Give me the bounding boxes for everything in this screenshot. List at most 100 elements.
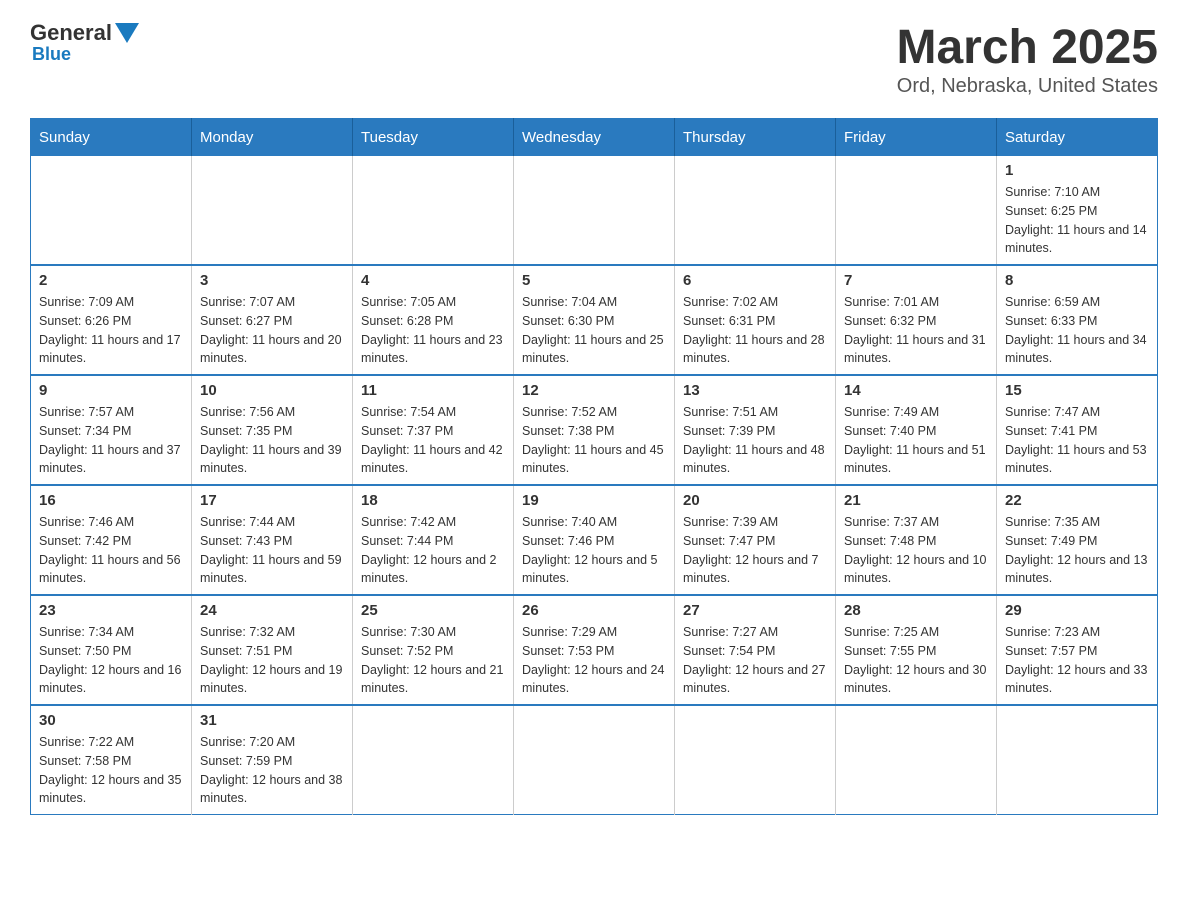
calendar-header-wednesday: Wednesday — [514, 119, 675, 157]
day-info: Sunrise: 7:54 AM Sunset: 7:37 PM Dayligh… — [361, 403, 505, 478]
calendar-cell — [836, 705, 997, 815]
calendar-cell: 22 Sunrise: 7:35 AM Sunset: 7:49 PM Dayli… — [997, 485, 1158, 595]
day-info: Sunrise: 7:47 AM Sunset: 7:41 PM Dayligh… — [1005, 403, 1149, 478]
calendar-header-tuesday: Tuesday — [353, 119, 514, 157]
day-number: 21 — [844, 492, 988, 509]
day-info: Sunrise: 7:42 AM Sunset: 7:44 PM Dayligh… — [361, 513, 505, 588]
calendar-week-row: 23 Sunrise: 7:34 AM Sunset: 7:50 PM Dayli… — [31, 595, 1158, 705]
day-number: 7 — [844, 272, 988, 289]
calendar-table: SundayMondayTuesdayWednesdayThursdayFrid… — [30, 118, 1158, 815]
calendar-cell: 23 Sunrise: 7:34 AM Sunset: 7:50 PM Dayli… — [31, 595, 192, 705]
calendar-cell: 27 Sunrise: 7:27 AM Sunset: 7:54 PM Dayli… — [675, 595, 836, 705]
calendar-week-row: 9Sunrise: 7:57 AM Sunset: 7:34 PM Daylig… — [31, 375, 1158, 485]
calendar-cell: 31Sunrise: 7:20 AM Sunset: 7:59 PM Dayli… — [192, 705, 353, 815]
calendar-cell: 8Sunrise: 6:59 AM Sunset: 6:33 PM Daylig… — [997, 265, 1158, 375]
calendar-cell: 21Sunrise: 7:37 AM Sunset: 7:48 PM Dayli… — [836, 485, 997, 595]
day-number: 13 — [683, 382, 827, 399]
calendar-cell: 2Sunrise: 7:09 AM Sunset: 6:26 PM Daylig… — [31, 265, 192, 375]
calendar-cell: 19 Sunrise: 7:40 AM Sunset: 7:46 PM Dayli… — [514, 485, 675, 595]
day-info: Sunrise: 7:04 AM Sunset: 6:30 PM Dayligh… — [522, 293, 666, 368]
day-number: 23 — [39, 602, 183, 619]
day-number: 20 — [683, 492, 827, 509]
calendar-header-monday: Monday — [192, 119, 353, 157]
day-info: Sunrise: 7:46 AM Sunset: 7:42 PM Dayligh… — [39, 513, 183, 588]
day-info: Sunrise: 7:35 AM Sunset: 7:49 PM Dayligh… — [1005, 513, 1149, 588]
logo-general-text: General — [30, 20, 112, 46]
day-number: 22 — [1005, 492, 1149, 509]
calendar-cell: 1 Sunrise: 7:10 AM Sunset: 6:25 PM Daylig… — [997, 156, 1158, 265]
day-number: 6 — [683, 272, 827, 289]
day-info: Sunrise: 7:09 AM Sunset: 6:26 PM Dayligh… — [39, 293, 183, 368]
day-info: Sunrise: 7:01 AM Sunset: 6:32 PM Dayligh… — [844, 293, 988, 368]
day-number: 3 — [200, 272, 344, 289]
main-title: March 2025 — [897, 20, 1159, 75]
calendar-header-sunday: Sunday — [31, 119, 192, 157]
calendar-cell: 10Sunrise: 7:56 AM Sunset: 7:35 PM Dayli… — [192, 375, 353, 485]
day-number: 27 — [683, 602, 827, 619]
day-info: Sunrise: 7:30 AM Sunset: 7:52 PM Dayligh… — [361, 623, 505, 698]
calendar-cell: 13 Sunrise: 7:51 AM Sunset: 7:39 PM Dayli… — [675, 375, 836, 485]
calendar-cell — [514, 705, 675, 815]
day-number: 12 — [522, 382, 666, 399]
day-info: Sunrise: 7:22 AM Sunset: 7:58 PM Dayligh… — [39, 733, 183, 808]
day-info: Sunrise: 7:40 AM Sunset: 7:46 PM Dayligh… — [522, 513, 666, 588]
day-info: Sunrise: 7:56 AM Sunset: 7:35 PM Dayligh… — [200, 403, 344, 478]
day-info: Sunrise: 7:32 AM Sunset: 7:51 PM Dayligh… — [200, 623, 344, 698]
day-info: Sunrise: 7:02 AM Sunset: 6:31 PM Dayligh… — [683, 293, 827, 368]
day-info: Sunrise: 7:23 AM Sunset: 7:57 PM Dayligh… — [1005, 623, 1149, 698]
calendar-cell: 15 Sunrise: 7:47 AM Sunset: 7:41 PM Dayli… — [997, 375, 1158, 485]
day-info: Sunrise: 7:29 AM Sunset: 7:53 PM Dayligh… — [522, 623, 666, 698]
day-number: 31 — [200, 712, 344, 729]
day-number: 9 — [39, 382, 183, 399]
calendar-header-row: SundayMondayTuesdayWednesdayThursdayFrid… — [31, 119, 1158, 157]
calendar-week-row: 1 Sunrise: 7:10 AM Sunset: 6:25 PM Daylig… — [31, 156, 1158, 265]
day-number: 17 — [200, 492, 344, 509]
calendar-cell — [997, 705, 1158, 815]
calendar-week-row: 2Sunrise: 7:09 AM Sunset: 6:26 PM Daylig… — [31, 265, 1158, 375]
calendar-cell: 4Sunrise: 7:05 AM Sunset: 6:28 PM Daylig… — [353, 265, 514, 375]
calendar-cell — [192, 156, 353, 265]
calendar-cell: 16Sunrise: 7:46 AM Sunset: 7:42 PM Dayli… — [31, 485, 192, 595]
day-number: 30 — [39, 712, 183, 729]
day-number: 28 — [844, 602, 988, 619]
day-info: Sunrise: 7:51 AM Sunset: 7:39 PM Dayligh… — [683, 403, 827, 478]
day-number: 14 — [844, 382, 988, 399]
day-info: Sunrise: 7:49 AM Sunset: 7:40 PM Dayligh… — [844, 403, 988, 478]
day-info: Sunrise: 7:27 AM Sunset: 7:54 PM Dayligh… — [683, 623, 827, 698]
calendar-cell: 6 Sunrise: 7:02 AM Sunset: 6:31 PM Daylig… — [675, 265, 836, 375]
calendar-cell: 30 Sunrise: 7:22 AM Sunset: 7:58 PM Dayli… — [31, 705, 192, 815]
day-number: 15 — [1005, 382, 1149, 399]
calendar-cell: 25 Sunrise: 7:30 AM Sunset: 7:52 PM Dayli… — [353, 595, 514, 705]
day-number: 5 — [522, 272, 666, 289]
calendar-cell: 14 Sunrise: 7:49 AM Sunset: 7:40 PM Dayli… — [836, 375, 997, 485]
day-info: Sunrise: 7:34 AM Sunset: 7:50 PM Dayligh… — [39, 623, 183, 698]
day-info: Sunrise: 7:05 AM Sunset: 6:28 PM Dayligh… — [361, 293, 505, 368]
logo: General Blue — [30, 20, 139, 65]
calendar-cell: 11 Sunrise: 7:54 AM Sunset: 7:37 PM Dayli… — [353, 375, 514, 485]
title-block: March 2025 Ord, Nebraska, United States — [897, 20, 1159, 98]
day-number: 11 — [361, 382, 505, 399]
calendar-cell: 12 Sunrise: 7:52 AM Sunset: 7:38 PM Dayli… — [514, 375, 675, 485]
calendar-cell: 17Sunrise: 7:44 AM Sunset: 7:43 PM Dayli… — [192, 485, 353, 595]
calendar-cell: 24Sunrise: 7:32 AM Sunset: 7:51 PM Dayli… — [192, 595, 353, 705]
calendar-cell — [353, 705, 514, 815]
day-number: 1 — [1005, 162, 1149, 179]
calendar-cell — [675, 705, 836, 815]
calendar-cell: 26Sunrise: 7:29 AM Sunset: 7:53 PM Dayli… — [514, 595, 675, 705]
page-header: General Blue March 2025 Ord, Nebraska, U… — [30, 20, 1158, 98]
subtitle: Ord, Nebraska, United States — [897, 75, 1159, 98]
day-number: 25 — [361, 602, 505, 619]
calendar-week-row: 30 Sunrise: 7:22 AM Sunset: 7:58 PM Dayli… — [31, 705, 1158, 815]
day-info: Sunrise: 7:07 AM Sunset: 6:27 PM Dayligh… — [200, 293, 344, 368]
day-info: Sunrise: 7:10 AM Sunset: 6:25 PM Dayligh… — [1005, 183, 1149, 258]
calendar-header-friday: Friday — [836, 119, 997, 157]
calendar-cell — [836, 156, 997, 265]
calendar-header-saturday: Saturday — [997, 119, 1158, 157]
calendar-cell: 9Sunrise: 7:57 AM Sunset: 7:34 PM Daylig… — [31, 375, 192, 485]
calendar-cell — [675, 156, 836, 265]
day-number: 19 — [522, 492, 666, 509]
calendar-cell: 29Sunrise: 7:23 AM Sunset: 7:57 PM Dayli… — [997, 595, 1158, 705]
day-info: Sunrise: 7:52 AM Sunset: 7:38 PM Dayligh… — [522, 403, 666, 478]
day-number: 8 — [1005, 272, 1149, 289]
calendar-header-thursday: Thursday — [675, 119, 836, 157]
